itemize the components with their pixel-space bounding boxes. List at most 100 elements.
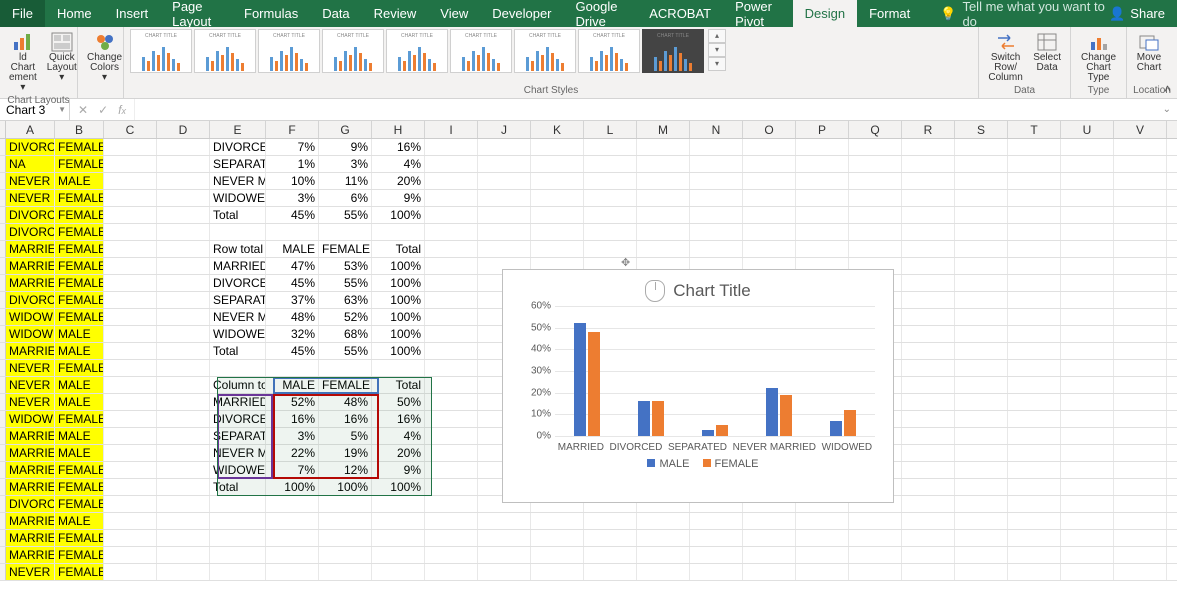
enter-icon[interactable]: ✓ (98, 103, 108, 117)
cell[interactable] (531, 207, 584, 223)
cell[interactable] (690, 139, 743, 155)
cell[interactable] (796, 207, 849, 223)
cell[interactable] (157, 139, 210, 155)
cell[interactable] (319, 513, 372, 529)
cell[interactable] (955, 360, 1008, 376)
cell[interactable] (425, 156, 478, 172)
cell[interactable]: Total (372, 241, 425, 257)
cell[interactable]: 20% (372, 173, 425, 189)
cell[interactable] (955, 326, 1008, 342)
cell[interactable]: 55% (319, 343, 372, 359)
cell[interactable] (1061, 139, 1114, 155)
column-header[interactable]: E (210, 121, 266, 138)
cell[interactable] (690, 547, 743, 563)
cell[interactable]: 10% (266, 173, 319, 189)
cell[interactable]: 7% (266, 462, 319, 478)
chart-style-thumb[interactable]: CHART TITLE (386, 29, 448, 73)
cell[interactable] (955, 156, 1008, 172)
cell[interactable]: 9% (372, 462, 425, 478)
cell[interactable] (637, 207, 690, 223)
cell[interactable]: 3% (266, 428, 319, 444)
cell[interactable] (104, 394, 157, 410)
cell[interactable]: MALE (55, 173, 104, 189)
cell[interactable] (902, 377, 955, 393)
cell[interactable] (1114, 139, 1167, 155)
cell[interactable] (1008, 445, 1061, 461)
cell[interactable] (690, 156, 743, 172)
cell[interactable]: 100% (372, 326, 425, 342)
cell[interactable] (584, 547, 637, 563)
column-header[interactable]: Q (849, 121, 902, 138)
cell[interactable] (104, 377, 157, 393)
cell[interactable] (796, 224, 849, 240)
tab-file[interactable]: File (0, 0, 45, 27)
cell[interactable] (849, 530, 902, 546)
cell[interactable] (104, 241, 157, 257)
cell[interactable] (1008, 207, 1061, 223)
cell[interactable] (849, 207, 902, 223)
cell[interactable] (157, 547, 210, 563)
change-chart-type-button[interactable]: ChangeChart Type (1077, 29, 1120, 85)
cell[interactable] (902, 258, 955, 274)
cell[interactable] (1061, 292, 1114, 308)
cell[interactable]: MARRIED (6, 275, 55, 291)
cell[interactable] (743, 547, 796, 563)
cell[interactable]: NEVER MA (210, 173, 266, 189)
cell[interactable] (1061, 156, 1114, 172)
cell[interactable] (1114, 360, 1167, 376)
cell[interactable] (955, 139, 1008, 155)
cell[interactable]: 3% (266, 190, 319, 206)
cell[interactable]: NEVER MA (6, 377, 55, 393)
cell[interactable] (104, 139, 157, 155)
cell[interactable] (1008, 564, 1061, 580)
cell[interactable] (478, 530, 531, 546)
cell[interactable]: NEVER MA (210, 445, 266, 461)
cell[interactable]: FEMALE (55, 564, 104, 580)
cell[interactable] (1114, 275, 1167, 291)
switch-row-column-button[interactable]: Switch Row/Column (985, 29, 1026, 85)
cell[interactable] (1114, 241, 1167, 257)
cell[interactable] (1008, 258, 1061, 274)
cell[interactable]: Row total (210, 241, 266, 257)
cell[interactable] (902, 241, 955, 257)
cell[interactable]: MALE (55, 326, 104, 342)
cell[interactable] (902, 394, 955, 410)
cell[interactable] (425, 496, 478, 512)
name-box[interactable]: Chart 3 ▼ (0, 99, 70, 120)
cell[interactable] (796, 547, 849, 563)
cell[interactable] (266, 564, 319, 580)
tab-acrobat[interactable]: ACROBAT (637, 0, 723, 27)
cell[interactable] (1114, 513, 1167, 529)
cell[interactable] (902, 190, 955, 206)
chart-style-thumb[interactable]: CHART TITLE (514, 29, 576, 73)
cell[interactable] (266, 496, 319, 512)
column-header[interactable]: A (6, 121, 55, 138)
cell[interactable] (796, 530, 849, 546)
cell[interactable] (210, 564, 266, 580)
cell[interactable] (637, 513, 690, 529)
tab-insert[interactable]: Insert (104, 0, 161, 27)
cell[interactable] (743, 513, 796, 529)
cell[interactable]: 100% (266, 479, 319, 495)
cell[interactable] (955, 445, 1008, 461)
cell[interactable] (104, 275, 157, 291)
cell[interactable] (1114, 190, 1167, 206)
cell[interactable] (955, 275, 1008, 291)
cell[interactable]: DIVORCED (6, 139, 55, 155)
cell[interactable] (1114, 564, 1167, 580)
cell[interactable] (955, 462, 1008, 478)
cell[interactable] (157, 224, 210, 240)
cell[interactable] (1061, 173, 1114, 189)
cell[interactable] (478, 173, 531, 189)
cell[interactable] (849, 224, 902, 240)
cell[interactable] (955, 377, 1008, 393)
cell[interactable] (425, 564, 478, 580)
cell[interactable]: FEMALE (55, 496, 104, 512)
column-header[interactable]: O (743, 121, 796, 138)
cell[interactable] (266, 224, 319, 240)
column-header[interactable]: U (1061, 121, 1114, 138)
cell[interactable]: MARRIED (6, 258, 55, 274)
cell[interactable]: FEMALE (55, 139, 104, 155)
cell[interactable]: Column to (210, 377, 266, 393)
cell[interactable]: SEPARATE (210, 428, 266, 444)
